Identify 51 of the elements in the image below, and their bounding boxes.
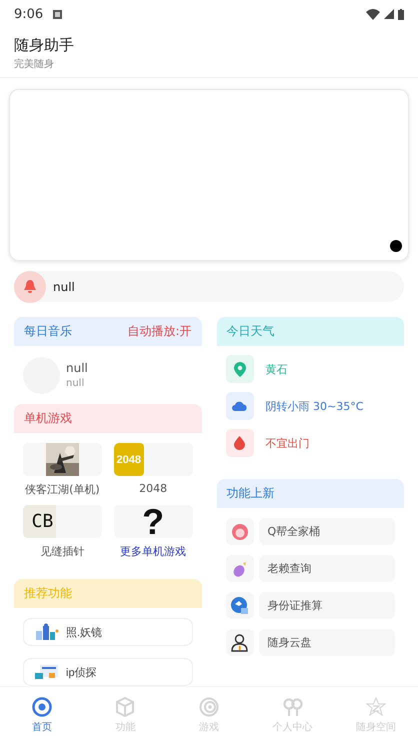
- game-label: 2048: [139, 482, 168, 495]
- badge-icon: [226, 592, 254, 619]
- cube-icon: [115, 696, 136, 716]
- weather-text: 阴转小雨 30~35°C: [266, 398, 364, 414]
- bell-icon: [14, 270, 46, 302]
- tools-icon: [34, 623, 60, 641]
- notice-text: null: [53, 280, 75, 294]
- section-title: 单机游戏: [24, 410, 72, 427]
- game-tile[interactable]: CB: [23, 505, 102, 538]
- wifi-icon: [366, 8, 380, 20]
- game-logo: 2048: [114, 443, 144, 476]
- game-logo: CB: [23, 505, 56, 538]
- page-indicator-icon: [390, 240, 402, 252]
- spiral-icon: [198, 696, 219, 716]
- more-games-link[interactable]: 更多单机游戏: [120, 544, 186, 559]
- eggplant-icon: [226, 555, 254, 582]
- feature-button[interactable]: 身份证推算: [258, 592, 395, 619]
- feature-button[interactable]: ip侦探: [23, 658, 192, 686]
- song-title: null: [66, 361, 88, 375]
- game-label: 见缝插针: [40, 544, 84, 559]
- drop-icon: [226, 429, 254, 457]
- game-tile[interactable]: [23, 443, 102, 476]
- notification-icon: [53, 10, 62, 18]
- home-icon: [32, 696, 52, 716]
- battery-icon: [398, 8, 404, 20]
- weather-text: 不宜出门: [266, 436, 310, 450]
- app-title: 随身助手: [14, 36, 75, 55]
- nav-tab[interactable]: 首页: [0, 687, 84, 743]
- section-title: 今日天气: [226, 323, 274, 340]
- balloons-icon: [282, 696, 303, 716]
- song-artist: null: [66, 378, 86, 389]
- face-icon: [226, 518, 254, 545]
- signal-icon: [384, 9, 394, 19]
- screen-icon: [34, 663, 60, 681]
- section-title: 功能上新: [226, 485, 274, 502]
- section-title: 每日音乐: [24, 323, 72, 340]
- game-label: 侠客江湖(单机): [25, 482, 100, 497]
- star-icon: [366, 696, 386, 716]
- game-tile[interactable]: ?: [114, 505, 192, 538]
- location-pin-icon: [226, 355, 254, 383]
- weather-text: 黄石: [266, 362, 288, 376]
- section-title: 推荐功能: [24, 585, 72, 602]
- question-mark-icon: ?: [142, 505, 164, 538]
- cloud-icon: [226, 392, 254, 420]
- feature-button[interactable]: 照.妖镜: [23, 618, 192, 646]
- feature-button[interactable]: 老赖查询: [258, 555, 395, 582]
- person-icon: [226, 629, 254, 656]
- app-subtitle: 完美随身: [14, 58, 55, 71]
- status-time: 9:06: [14, 6, 44, 22]
- feature-button[interactable]: Q帮全家桶: [258, 518, 395, 545]
- feature-button[interactable]: 随身云盘: [258, 629, 395, 656]
